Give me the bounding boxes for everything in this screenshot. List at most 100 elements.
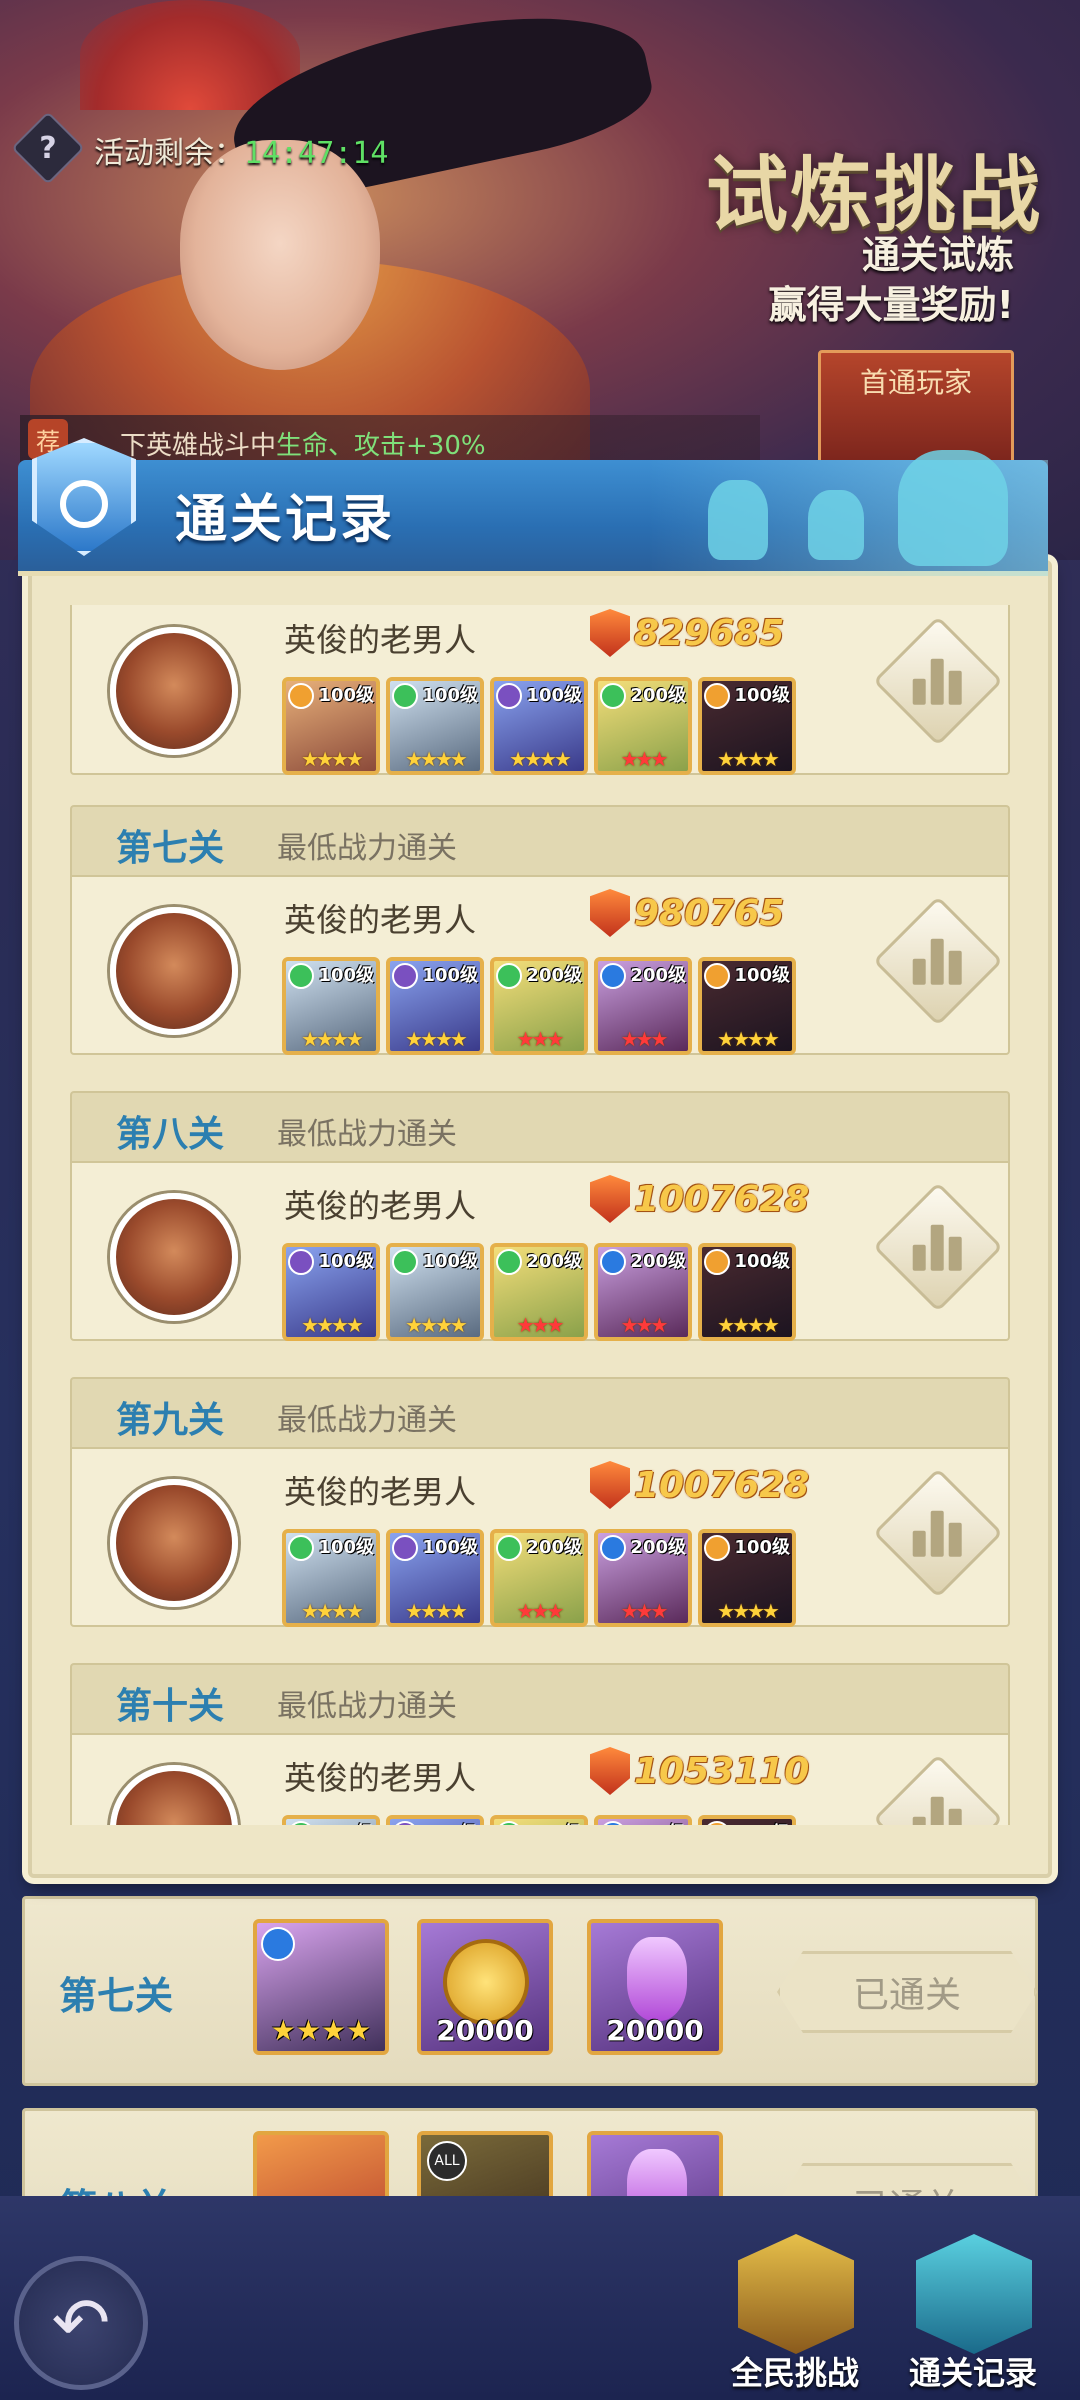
- hero-level: 100级: [734, 1251, 790, 1272]
- hero-stars: ★★★★: [717, 1313, 780, 1337]
- power-display: 1007628: [590, 1175, 809, 1223]
- stage-desc: 最低战力通关: [277, 1117, 457, 1152]
- hero-level: 100级: [422, 1251, 478, 1272]
- reward-potion[interactable]: 20000: [587, 1919, 723, 2055]
- light-element-icon: [704, 1249, 730, 1275]
- hero-lineup: 100级★★★★ 100级★★★★ 200级★★★ 200级★★★ 100级★★★★: [282, 1815, 796, 1825]
- coin-icon: [443, 1939, 529, 2025]
- hero-card[interactable]: 100级★★★★: [282, 1529, 380, 1627]
- hero-lineup: 100级 ★★★★ 100级 ★★★★ 100级 ★★★★ 200级 ★★★ 100级 ★★★★: [282, 677, 796, 775]
- buff-text: 下英雄战斗中生命、攻击+30%: [120, 431, 486, 461]
- power-shield-icon: [590, 889, 630, 937]
- all-challenge-button[interactable]: 全民挑战: [720, 2234, 870, 2394]
- dark-element-icon: [496, 683, 522, 709]
- power-value: 829685: [634, 612, 785, 654]
- hero-card[interactable]: 200级★★★: [490, 1243, 588, 1341]
- lineup-detail-button[interactable]: [872, 1181, 1004, 1313]
- water-element-icon: [600, 1821, 626, 1825]
- hero-card[interactable]: 100级 ★★★★: [386, 1243, 484, 1341]
- hero-stars: ★★★★: [405, 1313, 468, 1337]
- hero-card[interactable]: 200级★★★: [490, 1815, 588, 1825]
- power-value: 980765: [634, 892, 785, 934]
- hero-card[interactable]: 100级★★★★: [282, 957, 380, 1055]
- wind-element-icon: [392, 683, 418, 709]
- hero-lineup: 100级★★★★100级★★★★200级★★★200级★★★100级★★★★: [282, 1243, 796, 1341]
- first-clear-player-panel[interactable]: 首通玩家: [818, 350, 1014, 470]
- hero-level: 200级: [630, 965, 686, 986]
- lineup-detail-button[interactable]: [872, 1467, 1004, 1599]
- player-avatar[interactable]: [110, 1479, 238, 1607]
- hero-card[interactable]: 100级★★★★: [386, 677, 484, 775]
- player-avatar[interactable]: [110, 627, 238, 755]
- light-element-icon: [704, 1821, 730, 1825]
- player-avatar[interactable]: [110, 1193, 238, 1321]
- power-shield-icon: [590, 609, 630, 657]
- lineup-detail-button[interactable]: [872, 1753, 1004, 1825]
- player-avatar[interactable]: [110, 907, 238, 1035]
- hero-card[interactable]: 100级 ★★★★: [698, 1243, 796, 1341]
- hero-stars: ★★★★: [717, 1599, 780, 1623]
- hero-level: 200级: [630, 1819, 686, 1825]
- hero-card[interactable]: 100级★★★★: [282, 1815, 380, 1825]
- hero-card[interactable]: 100级★★★★: [386, 1529, 484, 1627]
- light-element-icon: [704, 963, 730, 989]
- hero-card[interactable]: 200级★★★: [594, 957, 692, 1055]
- lineup-detail-button[interactable]: [872, 615, 1004, 747]
- hero-card[interactable]: 100级★★★★: [698, 677, 796, 775]
- all-tag-icon: ALL: [427, 2141, 467, 2181]
- hero-level: 200级: [526, 1537, 582, 1558]
- water-element-icon: [261, 1927, 295, 1961]
- hero-card[interactable]: 100级★★★★: [698, 957, 796, 1055]
- hero-level: 100级: [318, 965, 374, 986]
- hero-card[interactable]: 100级★★★★: [386, 1815, 484, 1825]
- reward-coin-count: 20000: [436, 2014, 534, 2047]
- clear-record-label: 通关记录: [908, 2354, 1037, 2392]
- hero-stars: ★★★: [516, 1027, 565, 1051]
- hero-card[interactable]: 100级★★★★: [490, 677, 588, 775]
- wind-element-icon: [392, 1249, 418, 1275]
- passed-button[interactable]: 已通关: [777, 1951, 1037, 2033]
- event-subtitle-line1: 通关试炼: [861, 233, 1014, 277]
- hero-level: 100级: [422, 1819, 478, 1825]
- hero-card[interactable]: 200级★★★: [594, 677, 692, 775]
- wizard-silhouette-icon: [708, 480, 768, 560]
- wind-element-icon: [496, 1249, 522, 1275]
- first-clear-label: 首通玩家: [859, 366, 972, 399]
- player-name: 英俊的老男人: [284, 901, 477, 939]
- hero-card[interactable]: 200级★★★: [594, 1529, 692, 1627]
- hero-card[interactable]: 100级★★★★: [282, 677, 380, 775]
- potion-icon: [627, 1937, 687, 2021]
- record-list[interactable]: 英俊的老男人 829685 100级 ★★★★ 100级 ★★★★ 100级 ★★★★ 20…: [70, 605, 1010, 1825]
- hero-card[interactable]: 200级★★★: [490, 957, 588, 1055]
- power-shield-icon: [590, 1461, 630, 1509]
- power-value: 1053110: [634, 1750, 810, 1792]
- player-avatar[interactable]: [110, 1765, 238, 1825]
- lineup-detail-button[interactable]: [872, 895, 1004, 1027]
- hero-level: 100级: [422, 685, 478, 706]
- power-display: 1007628: [590, 1461, 809, 1509]
- all-challenge-label: 全民挑战: [730, 2354, 859, 2392]
- hero-card[interactable]: 100级★★★★: [282, 1243, 380, 1341]
- exclamation-icon: [916, 2234, 1032, 2354]
- reward-coin[interactable]: 20000: [417, 1919, 553, 2055]
- hero-card[interactable]: 200级★★★: [490, 1529, 588, 1627]
- hero-card[interactable]: 200级★★★: [594, 1243, 692, 1341]
- reward-hero-card[interactable]: ★★★★: [253, 1919, 389, 2055]
- power-value: 1007628: [634, 1178, 810, 1220]
- player-name: 英俊的老男人: [284, 1187, 477, 1225]
- hero-card[interactable]: 100级★★★★: [386, 957, 484, 1055]
- bar-chart-icon: [912, 658, 965, 705]
- player-name: 英俊的老男人: [284, 1759, 477, 1797]
- event-subtitle: 通关试炼 赢得大量奖励!: [769, 230, 1014, 330]
- hero-level: 200级: [630, 685, 686, 706]
- clear-record-button[interactable]: 通关记录: [898, 2234, 1048, 2394]
- hero-card[interactable]: 100级★★★★: [698, 1815, 796, 1825]
- hero-card[interactable]: 100级★★★★: [698, 1529, 796, 1627]
- hero-stars: ★★★★: [301, 747, 364, 771]
- hero-stars: ★★★★: [717, 1027, 780, 1051]
- hero-stars: ★★★★: [717, 747, 780, 771]
- hero-level: 100级: [526, 685, 582, 706]
- back-button[interactable]: ↶: [14, 2256, 148, 2390]
- hero-level: 100级: [422, 965, 478, 986]
- hero-card[interactable]: 200级★★★: [594, 1815, 692, 1825]
